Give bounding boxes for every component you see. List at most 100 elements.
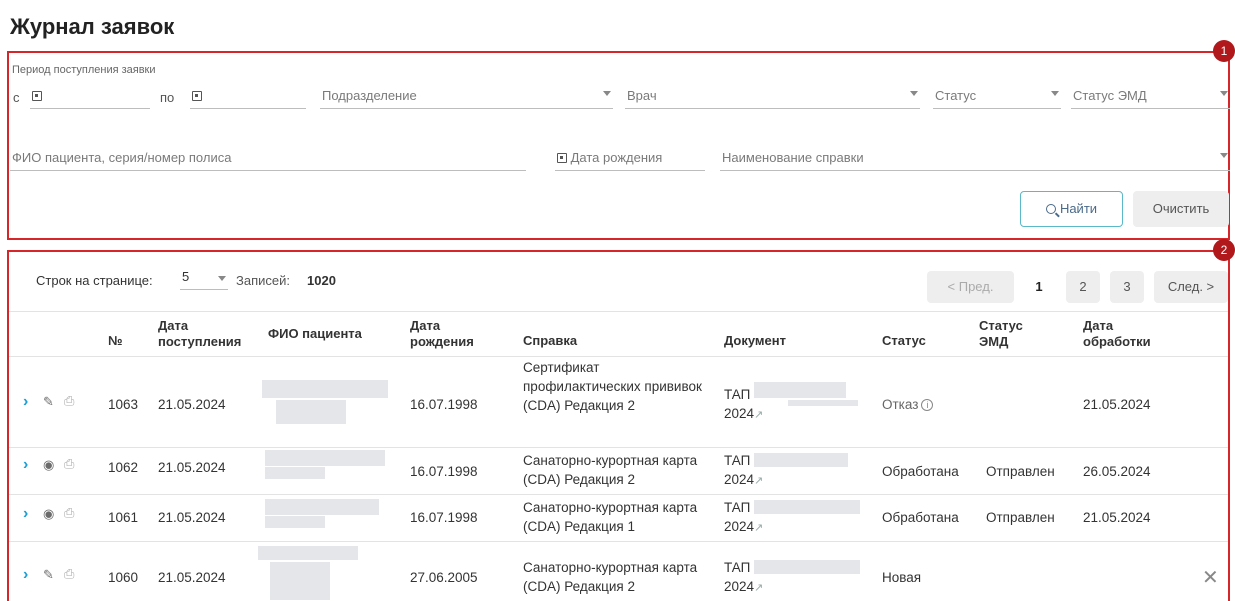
cell-document-year[interactable]: 2024↗ xyxy=(724,470,763,491)
calendar-icon[interactable] xyxy=(557,153,567,163)
page-3-button[interactable]: 3 xyxy=(1110,271,1144,303)
chevron-down-icon xyxy=(1220,91,1228,96)
date-to-input[interactable] xyxy=(190,85,306,109)
eye-icon[interactable]: ◉ xyxy=(43,506,54,522)
cell-emd: Отправлен xyxy=(986,510,1055,525)
records-label: Записей: xyxy=(236,273,290,288)
annotation-badge-2: 2 xyxy=(1213,239,1235,261)
info-icon[interactable]: i xyxy=(921,399,934,411)
prev-page-button[interactable]: < Пред. xyxy=(927,271,1014,303)
cell-document-year[interactable]: 2024↗ xyxy=(724,577,763,598)
page-title: Журнал заявок xyxy=(10,14,175,39)
expand-icon[interactable]: › xyxy=(23,505,28,523)
cell-status: Новая xyxy=(882,570,922,585)
records-count: 1020 xyxy=(307,273,336,288)
redacted-patient xyxy=(258,546,358,560)
patient-search-input[interactable]: ФИО пациента, серия/номер полиса xyxy=(10,147,526,171)
external-link-icon[interactable]: ↗ xyxy=(754,522,763,534)
col-header-birth[interactable]: Дата рождения xyxy=(410,318,490,350)
cell-certificate: Санаторно-курортная карта (CDA) Редакция… xyxy=(523,560,698,594)
printer-icon[interactable]: ⎙ xyxy=(64,505,74,521)
printer-icon[interactable]: ⎙ xyxy=(64,393,74,409)
cell-status: Отказ i xyxy=(882,395,934,414)
cell-document-link[interactable]: ТАП xyxy=(724,385,750,404)
department-select[interactable]: Подразделение xyxy=(320,85,613,109)
redacted-patient xyxy=(276,400,346,424)
birth-date-input[interactable]: Дата рождения xyxy=(555,147,705,171)
redacted-patient xyxy=(265,450,385,466)
chevron-down-icon xyxy=(218,276,226,281)
chevron-down-icon xyxy=(603,91,611,96)
expand-icon[interactable]: › xyxy=(23,566,28,584)
to-prefix: по xyxy=(160,90,175,105)
next-page-button[interactable]: След. > xyxy=(1154,271,1228,303)
certificate-name-select[interactable]: Наименование справки xyxy=(720,147,1230,171)
cell-birth: 27.06.2005 xyxy=(410,570,478,585)
cell-document-year[interactable]: 2024↗ xyxy=(724,517,763,538)
calendar-icon[interactable] xyxy=(192,91,202,101)
col-header-status[interactable]: Статус xyxy=(882,333,926,349)
row-divider xyxy=(9,494,1228,495)
cell-certificate: Санаторно-курортная карта (CDA) Редакция… xyxy=(523,500,698,534)
external-link-icon[interactable]: ↗ xyxy=(754,582,763,594)
clear-button[interactable]: Очистить xyxy=(1133,191,1229,227)
date-from-input[interactable] xyxy=(30,85,150,109)
cell-certificate: Санаторно-курортная карта (CDA) Редакция… xyxy=(523,453,698,487)
calendar-icon[interactable] xyxy=(32,91,42,101)
cell-certificate: Сертификат профилактических прививок (CD… xyxy=(523,360,702,413)
cell-status: Обработана xyxy=(882,464,959,479)
rows-per-page-select[interactable]: 5 xyxy=(180,268,228,290)
page-2-button[interactable]: 2 xyxy=(1066,271,1100,303)
external-link-icon[interactable]: ↗ xyxy=(754,409,763,421)
cell-document-link[interactable]: ТАП xyxy=(724,451,750,470)
close-icon[interactable]: ✕ xyxy=(1202,565,1219,590)
page-1-button[interactable]: 1 xyxy=(1022,271,1056,303)
col-header-certificate[interactable]: Справка xyxy=(523,333,577,349)
col-header-patient[interactable]: ФИО пациента xyxy=(268,326,362,342)
pencil-icon[interactable]: ✎ xyxy=(43,394,54,410)
row-divider xyxy=(9,541,1228,542)
doctor-select[interactable]: Врач xyxy=(625,85,920,109)
cell-received: 21.05.2024 xyxy=(158,460,226,475)
expand-icon[interactable]: › xyxy=(23,393,28,411)
cell-num: 1062 xyxy=(108,460,139,475)
col-header-processed[interactable]: Дата обработки xyxy=(1083,318,1163,350)
redacted-patient xyxy=(265,499,379,515)
cell-document-link[interactable]: ТАП xyxy=(724,558,750,577)
from-prefix: с xyxy=(13,90,20,105)
redacted-document xyxy=(788,400,858,406)
cell-birth: 16.07.1998 xyxy=(410,510,478,525)
col-header-num[interactable]: № xyxy=(108,333,123,349)
external-link-icon[interactable]: ↗ xyxy=(754,475,763,487)
eye-icon[interactable]: ◉ xyxy=(43,457,54,473)
printer-icon[interactable]: ⎙ xyxy=(64,566,74,582)
redacted-document xyxy=(754,560,860,574)
redacted-patient xyxy=(265,516,325,528)
cell-num: 1063 xyxy=(108,397,139,412)
expand-icon[interactable]: › xyxy=(23,456,28,474)
rows-per-page-label: Строк на странице: xyxy=(36,273,153,288)
redacted-document xyxy=(754,382,846,398)
emd-status-select[interactable]: Статус ЭМД xyxy=(1071,85,1230,109)
col-header-received[interactable]: Дата поступления xyxy=(158,318,253,350)
redacted-document xyxy=(754,453,848,467)
cell-received: 21.05.2024 xyxy=(158,570,226,585)
col-header-document[interactable]: Документ xyxy=(724,333,786,349)
cell-document-link[interactable]: ТАП xyxy=(724,498,750,517)
cell-document-year[interactable]: 2024↗ xyxy=(724,404,763,425)
col-header-emd[interactable]: Статус ЭМД xyxy=(979,318,1039,350)
cell-num: 1061 xyxy=(108,510,139,525)
chevron-down-icon xyxy=(910,91,918,96)
cell-birth: 16.07.1998 xyxy=(410,397,478,412)
annotation-badge-1: 1 xyxy=(1213,40,1235,62)
header-bottom-divider xyxy=(9,356,1228,357)
status-select[interactable]: Статус xyxy=(933,85,1061,109)
pencil-icon[interactable]: ✎ xyxy=(43,567,54,583)
chevron-down-icon xyxy=(1051,91,1059,96)
redacted-document xyxy=(754,500,860,514)
find-button[interactable]: Найти xyxy=(1020,191,1123,227)
cell-num: 1060 xyxy=(108,570,139,585)
printer-icon[interactable]: ⎙ xyxy=(64,456,74,472)
cell-status: Обработана xyxy=(882,510,959,525)
cell-received: 21.05.2024 xyxy=(158,510,226,525)
